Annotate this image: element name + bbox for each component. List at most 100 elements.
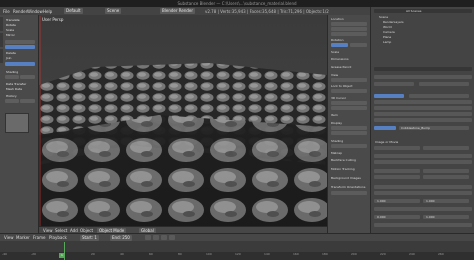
source-row[interactable]	[374, 160, 472, 164]
outliner-item-camera[interactable]: Camera	[383, 30, 395, 34]
tool-edit-button[interactable]	[5, 45, 35, 49]
image-row[interactable]	[374, 154, 472, 158]
menu-file[interactable]: File	[3, 9, 10, 14]
shading-textured-select[interactable]	[331, 144, 367, 148]
outliner-item-lamp[interactable]: Lamp	[383, 40, 391, 44]
texture-list-row-3[interactable]	[374, 112, 472, 116]
mapping-option-2[interactable]	[423, 175, 469, 179]
end-frame-field[interactable]: End: 250	[110, 235, 132, 241]
jump-start-icon[interactable]	[145, 235, 151, 240]
texture-list-row-1[interactable]	[374, 100, 472, 104]
color-influence-row[interactable]	[374, 191, 472, 195]
timeline[interactable]: View Marker Frame Playback Start: 1 End:…	[0, 233, 474, 260]
flat-button[interactable]	[20, 75, 35, 79]
menu-help[interactable]: Help	[43, 9, 52, 14]
outliner-item-scene[interactable]: Scene	[379, 15, 388, 19]
tool-mesh-data[interactable]: Mesh Data	[6, 87, 22, 91]
texture-slot-header[interactable]	[374, 75, 472, 79]
tab-create[interactable]	[0, 33, 3, 47]
redo-button[interactable]	[20, 99, 35, 103]
tool-set-origin-button[interactable]	[5, 62, 35, 66]
cursor-x-field[interactable]	[331, 101, 367, 105]
tl-menu-frame[interactable]: Frame	[33, 235, 45, 240]
tool-rotate[interactable]: Rotate	[6, 23, 16, 27]
preview-thumbnail	[5, 113, 29, 133]
engine-select[interactable]: Blender Render	[160, 8, 196, 14]
play-reverse-icon[interactable]	[153, 235, 159, 240]
view-label: View	[331, 73, 339, 77]
texture-slot-1[interactable]	[374, 82, 414, 86]
tick-label: 120	[235, 252, 241, 256]
tick-label: 180	[322, 252, 328, 256]
scene-select[interactable]: Scene	[105, 8, 122, 14]
motion-tracking-label: Motion Tracking	[331, 167, 355, 171]
outliner-item-renderlayers[interactable]: RenderLayers	[383, 20, 404, 24]
texture-type-select[interactable]	[374, 146, 420, 150]
start-frame-field[interactable]: Start: 1	[80, 235, 99, 241]
layout-select[interactable]: Default	[64, 8, 83, 14]
tool-translate[interactable]: Translate	[6, 18, 20, 22]
menu-render[interactable]: Render	[13, 9, 27, 14]
play-icon[interactable]	[161, 235, 167, 240]
undo-button[interactable]	[5, 99, 19, 103]
current-frame-badge: 1	[59, 253, 65, 258]
toggle-a-button[interactable]	[331, 43, 348, 47]
cursor-y-field[interactable]	[331, 106, 367, 110]
outliner-header	[374, 9, 472, 13]
tab-relations[interactable]	[0, 49, 3, 63]
tab-tools[interactable]	[0, 17, 3, 31]
texture-slot-2[interactable]	[419, 82, 469, 86]
display-option-1[interactable]	[331, 126, 367, 130]
outliner-item-plane[interactable]: Plane	[383, 35, 391, 39]
tl-menu-marker[interactable]: Marker	[16, 235, 30, 240]
display-option-2[interactable]	[331, 131, 367, 135]
tick-label: 160	[293, 252, 299, 256]
orientation-field[interactable]	[331, 191, 367, 195]
texture-datablock-field[interactable]	[409, 94, 469, 98]
tool-join[interactable]: Join	[6, 56, 11, 60]
location-z-field[interactable]	[331, 32, 367, 36]
lock-object-field[interactable]	[331, 89, 367, 93]
jump-end-icon[interactable]	[169, 235, 175, 240]
backface-culling-label[interactable]: Backface Culling	[331, 158, 356, 162]
tick-label: 200	[351, 252, 357, 256]
tick-label: 20	[91, 252, 95, 256]
matcap-label[interactable]: Matcap	[331, 151, 342, 155]
normal-value: 1.000	[377, 199, 386, 203]
tl-menu-view[interactable]: View	[4, 235, 14, 240]
lens-field[interactable]	[331, 78, 367, 82]
location-x-field[interactable]	[331, 22, 367, 26]
scale-label: Scale	[331, 50, 340, 54]
smooth-button[interactable]	[5, 75, 19, 79]
bump-row[interactable]	[374, 223, 472, 227]
menu-window[interactable]: Window	[27, 9, 43, 14]
outliner-scope-select[interactable]: All Scenes	[406, 9, 421, 13]
map-select[interactable]	[423, 169, 469, 173]
preview-tab-button[interactable]	[374, 126, 396, 130]
tl-menu-playback[interactable]: Playback	[49, 235, 67, 240]
tool-delete[interactable]: Delete	[6, 51, 16, 55]
location-y-field[interactable]	[331, 27, 367, 31]
texture-mode-select[interactable]	[423, 146, 469, 150]
properties-tab-bar	[374, 67, 472, 71]
influence-row[interactable]	[374, 185, 472, 189]
texture-active-slot[interactable]	[374, 94, 404, 98]
coordinates-select[interactable]	[374, 169, 420, 173]
blend-row[interactable]	[374, 207, 472, 211]
shading-label: Shading	[331, 139, 344, 143]
properties-editor: All Scenes Scene RenderLayers World Came…	[370, 7, 474, 233]
lock-to-object-label: Lock to Object	[331, 84, 353, 88]
tool-mirror[interactable]: Mirror	[6, 33, 15, 37]
texture-list-row-4[interactable]	[374, 118, 472, 122]
texture-list-row-2[interactable]	[374, 106, 472, 110]
3d-viewport[interactable]: User Persp	[39, 15, 327, 233]
tool-duplicate-button[interactable]	[5, 40, 35, 44]
toggle-b-button[interactable]	[350, 43, 367, 47]
outliner-item-world[interactable]: World	[383, 25, 392, 29]
tool-scale[interactable]: Scale	[6, 28, 14, 32]
mapping-option-1[interactable]	[374, 175, 420, 179]
transform-orientations-label: Transform Orientations	[331, 185, 366, 189]
tool-data-transfer[interactable]: Data Transfer	[6, 82, 26, 86]
tool-shading: Shading	[6, 70, 19, 74]
tick-label: 220	[380, 252, 386, 256]
